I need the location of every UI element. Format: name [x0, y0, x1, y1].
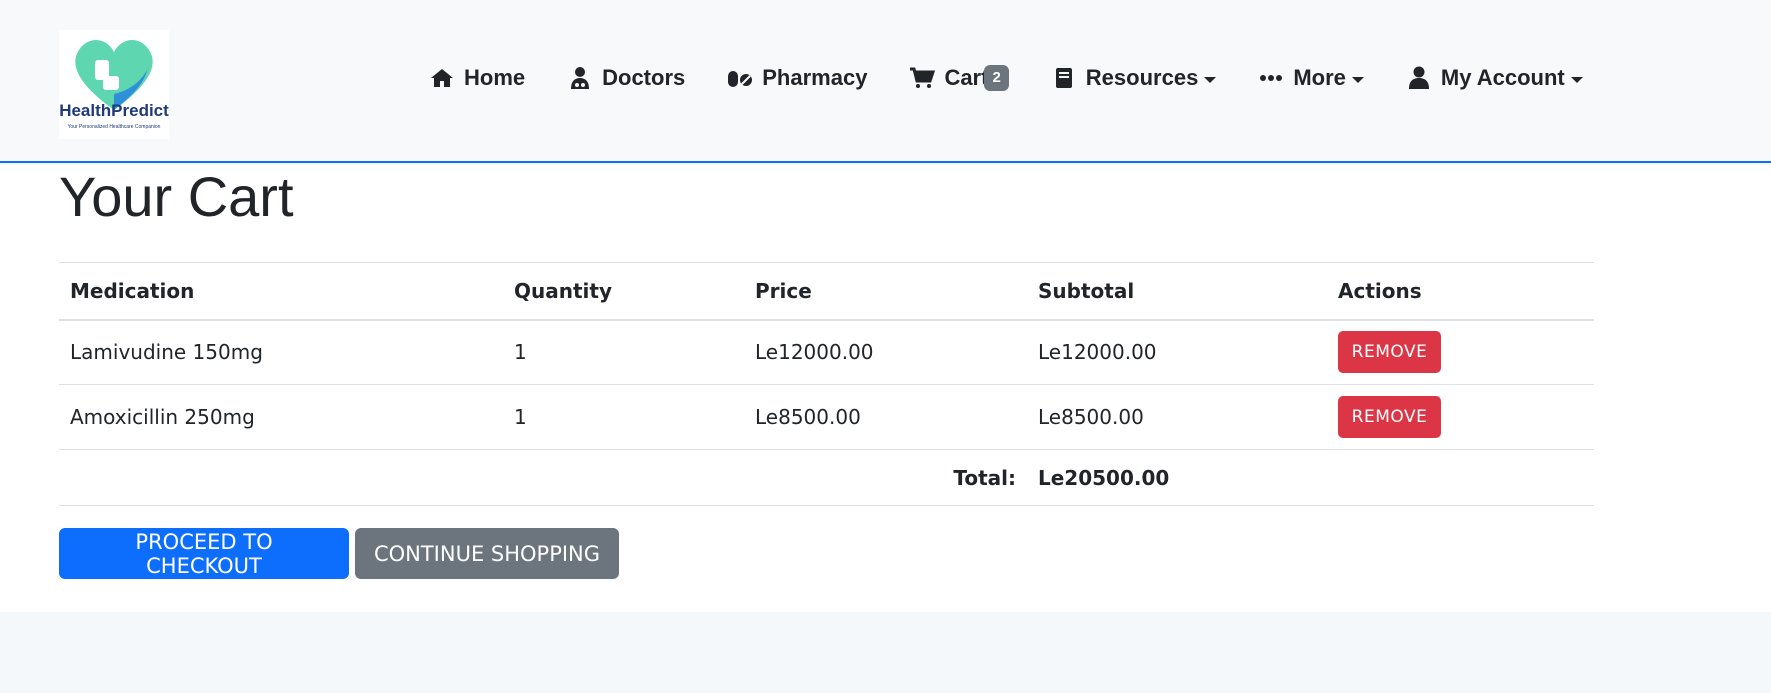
- cell-quantity: 1: [514, 340, 527, 365]
- cell-medication: Amoxicillin 250mg: [70, 405, 255, 429]
- remove-button[interactable]: REMOVE: [1338, 331, 1441, 374]
- nav-my-account[interactable]: My Account: [1405, 62, 1583, 94]
- cell-quantity: 1: [514, 405, 527, 429]
- column-header-subtotal: Subtotal: [1038, 278, 1135, 303]
- continue-shopping-button[interactable]: CONTINUE SHOPPING: [355, 528, 619, 579]
- cell-subtotal: Le8500.00: [1038, 405, 1144, 429]
- chevron-down-icon: [1351, 76, 1364, 83]
- cart-actions: PROCEED TO CHECKOUT CONTINUE SHOPPING: [59, 528, 625, 579]
- cell-medication: Lamivudine 150mg: [70, 340, 263, 365]
- nav-resources-label: Resources: [1085, 65, 1199, 90]
- nav-home[interactable]: Home: [428, 62, 525, 94]
- cart-count-badge: 2: [984, 65, 1009, 91]
- chevron-down-icon: [1570, 76, 1583, 83]
- logo-tagline: Your Personalized Healthcare Companion: [68, 124, 161, 130]
- nav-links: Home Doctors Pharmacy Cart 2 Resources M…: [428, 62, 1583, 94]
- cell-actions: REMOVE: [1327, 320, 1594, 385]
- nav-resources[interactable]: Resources: [1050, 62, 1217, 94]
- cart-icon: [908, 66, 936, 90]
- home-icon: [428, 66, 456, 90]
- page-title: Your Cart: [59, 165, 294, 228]
- user-icon: [1405, 66, 1433, 90]
- column-header-actions: Actions: [1338, 278, 1422, 303]
- book-icon: [1050, 66, 1078, 90]
- table-header-row: Medication Quantity Price Subtotal Actio…: [59, 262, 1594, 320]
- table-row: Amoxicillin 250mg 1 Le8500.00 Le8500.00 …: [59, 385, 1594, 450]
- nav-more[interactable]: More: [1257, 62, 1364, 94]
- nav-doctors[interactable]: Doctors: [566, 62, 685, 94]
- total-label: Total:: [953, 465, 1016, 490]
- main-content: Your Cart Medication Quantity Price Subt…: [0, 165, 1771, 612]
- nav-doctors-label: Doctors: [602, 65, 686, 90]
- cell-actions: REMOVE: [1327, 385, 1594, 450]
- cell-subtotal: Le12000.00: [1038, 340, 1157, 365]
- ellipsis-icon: [1257, 66, 1285, 90]
- total-empty-cell: [1327, 450, 1594, 506]
- nav-cart[interactable]: Cart 2: [908, 62, 1009, 94]
- cell-price: Le12000.00: [755, 340, 874, 365]
- pills-icon: [726, 66, 754, 90]
- total-value: Le20500.00: [1038, 465, 1170, 490]
- column-header-quantity: Quantity: [514, 278, 612, 303]
- nav-my-account-label: My Account: [1440, 65, 1565, 90]
- nav-pharmacy-label: Pharmacy: [762, 65, 868, 90]
- logo-text: HealthPredict: [59, 101, 169, 120]
- cart-table: Medication Quantity Price Subtotal Actio…: [59, 262, 1594, 506]
- column-header-medication: Medication: [70, 278, 195, 303]
- column-header-price: Price: [755, 278, 812, 303]
- nav-pharmacy[interactable]: Pharmacy: [726, 62, 867, 94]
- nav-home-label: Home: [464, 65, 526, 90]
- cell-price: Le8500.00: [755, 405, 861, 429]
- nav-more-label: More: [1293, 65, 1346, 90]
- healthpredict-logo[interactable]: HealthPredict Your Personalized Healthca…: [59, 30, 169, 139]
- navbar: HealthPredict Your Personalized Healthca…: [0, 0, 1771, 163]
- doctor-icon: [566, 66, 594, 90]
- total-row: Total: Le20500.00: [59, 450, 1594, 506]
- proceed-to-checkout-button[interactable]: PROCEED TO CHECKOUT: [59, 528, 349, 579]
- chevron-down-icon: [1204, 76, 1217, 83]
- table-row: Lamivudine 150mg 1 Le12000.00 Le12000.00…: [59, 320, 1594, 385]
- remove-button[interactable]: REMOVE: [1338, 396, 1441, 438]
- nav-cart-label: Cart: [944, 65, 989, 90]
